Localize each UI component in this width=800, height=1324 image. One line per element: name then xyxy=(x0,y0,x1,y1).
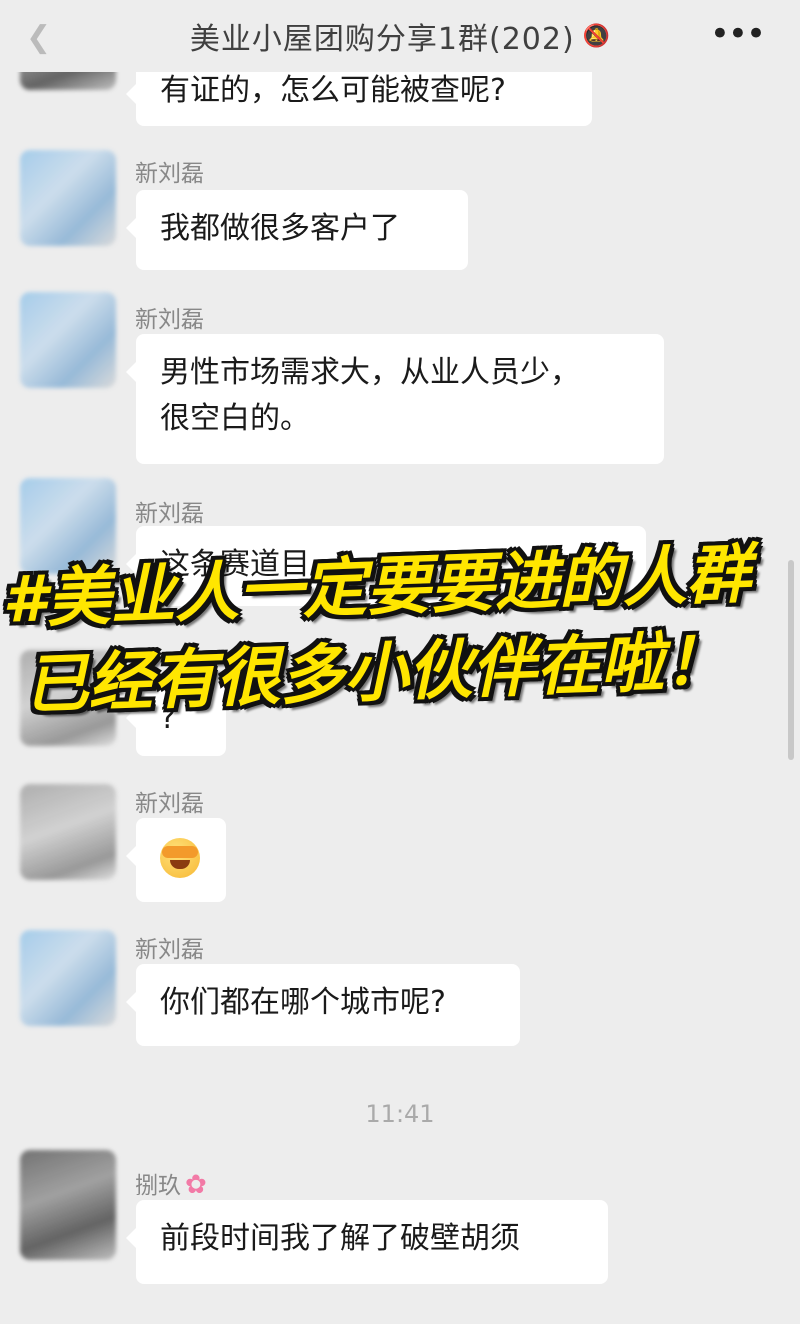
message-bubble[interactable]: 你们都在哪个城市呢? xyxy=(126,964,520,1046)
more-options-button[interactable]: ••• xyxy=(710,14,766,54)
avatar[interactable] xyxy=(20,930,116,1026)
message-text: 我都做很多客户了 xyxy=(160,211,400,246)
message-bubble[interactable]: 男性市场需求大，从业人员少， 很空白的。 xyxy=(126,334,664,464)
message-text-line: 男性市场需求大，从业人员少， xyxy=(160,355,580,390)
avatar[interactable] xyxy=(20,784,116,880)
promo-caption: #美业人一定要要进的人群 已经有很多小伙伴在啦！ xyxy=(0,538,800,723)
sender-name: 新刘磊 xyxy=(135,501,204,527)
message-text: 有证的，怎么可能被查呢? xyxy=(160,73,506,108)
sender-name: 新刘磊 xyxy=(135,937,204,963)
sender-name: 捌玖 ✿ xyxy=(135,1166,207,1200)
message-bubble[interactable]: 前段时间我了解了破壁胡须 xyxy=(126,1200,608,1284)
chevron-left-icon[interactable]: ❮ xyxy=(26,20,51,55)
bell-off-icon: 🔕 xyxy=(582,23,611,49)
avatar[interactable] xyxy=(20,150,116,246)
message-text: 你们都在哪个城市呢? xyxy=(160,985,446,1020)
message-bubble[interactable] xyxy=(126,818,226,902)
avatar[interactable] xyxy=(20,1150,116,1260)
sender-name: 新刘磊 xyxy=(135,307,204,333)
crying-face-emoji-icon xyxy=(160,838,200,878)
sender-name-text: 捌玖 xyxy=(135,1173,181,1199)
avatar[interactable] xyxy=(20,292,116,388)
sender-name: 新刘磊 xyxy=(135,161,204,187)
chat-header: ❮ 美业小屋团购分享1群(202) 🔕 ••• xyxy=(0,0,800,72)
message-timestamp: 11:41 xyxy=(365,1100,435,1128)
chat-title: 美业小屋团购分享1群(202) xyxy=(189,22,575,57)
message-bubble[interactable]: 我都做很多客户了 xyxy=(126,190,468,270)
sender-name: 新刘磊 xyxy=(135,791,204,817)
message-text-line: 很空白的。 xyxy=(160,401,310,436)
flower-emoji-icon: ✿ xyxy=(185,1170,207,1200)
message-text: 前段时间我了解了破壁胡须 xyxy=(160,1221,520,1256)
